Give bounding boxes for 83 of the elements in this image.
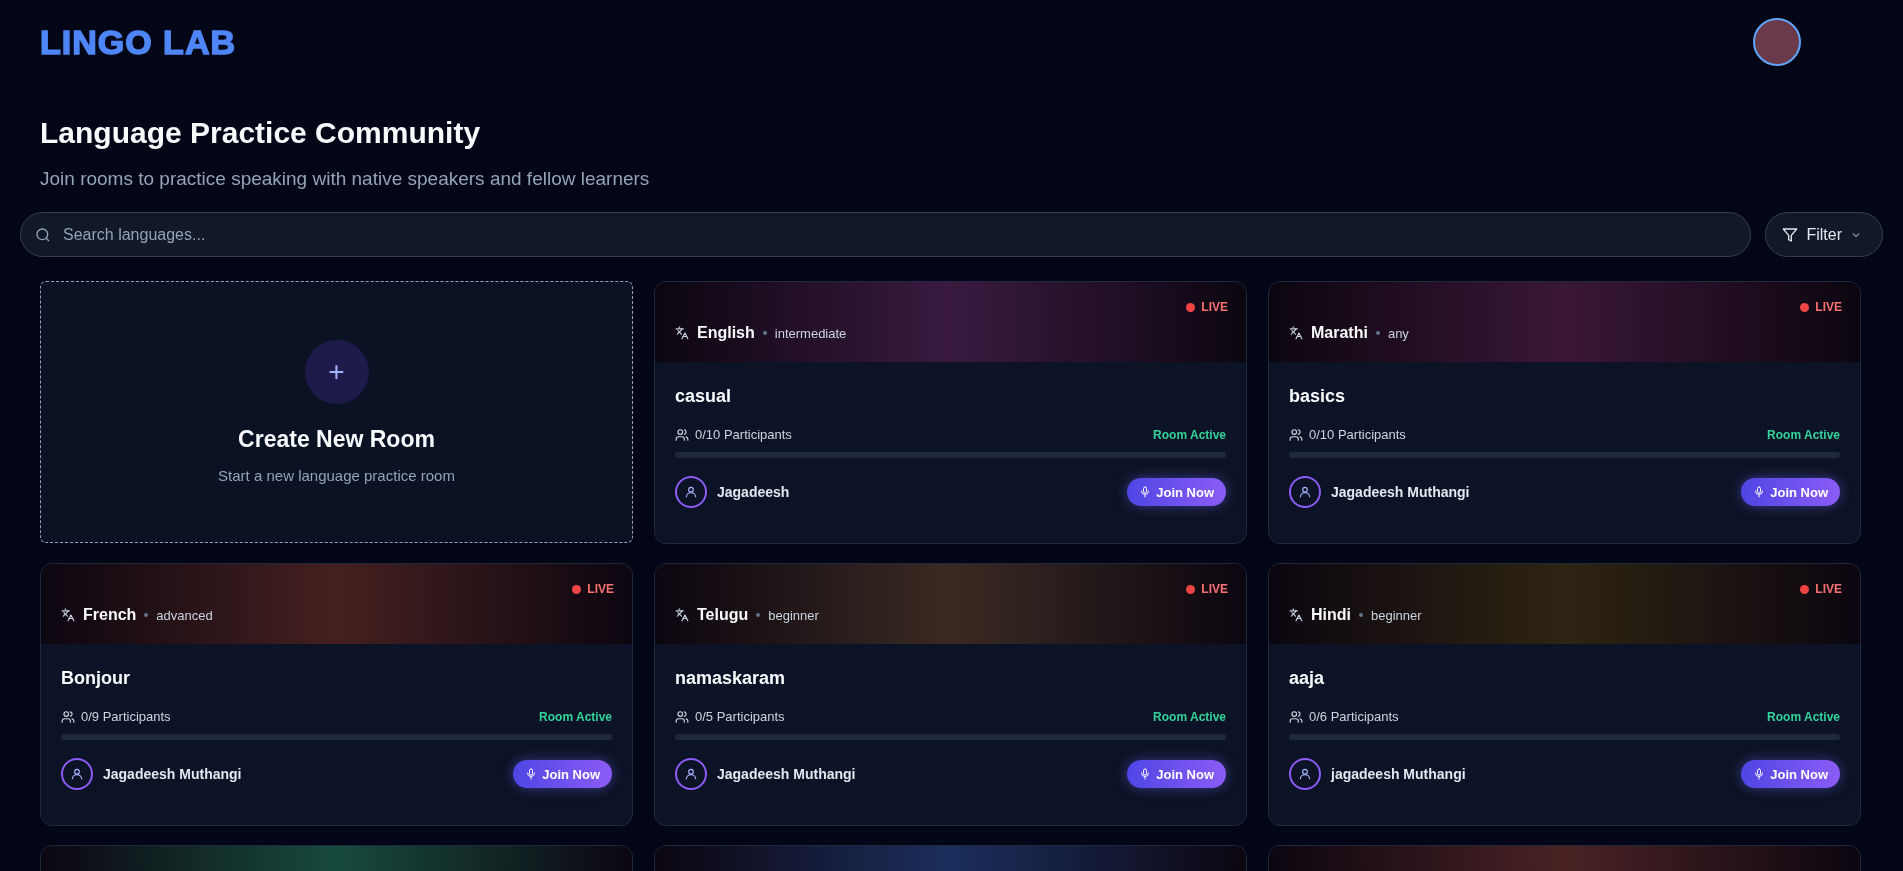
join-button[interactable]: Join Now xyxy=(1127,478,1226,506)
users-icon xyxy=(675,709,689,724)
room-title: basics xyxy=(1289,386,1347,407)
join-button[interactable]: Join Now xyxy=(1127,760,1226,788)
host-avatar xyxy=(675,758,707,790)
room-title: casual xyxy=(675,386,733,407)
host-name: Jagadeesh Muthangi xyxy=(1331,484,1470,500)
host-name: Jagadeesh Muthangi xyxy=(103,766,242,782)
room-card[interactable]: LIVE French advanced Bonjour 0/9 Participants Room Active Jagadeesh Muthangi Join Now xyxy=(40,563,633,826)
logo[interactable]: LINGO LAB xyxy=(40,22,236,62)
room-status: Room Active xyxy=(539,709,612,724)
language-name: Telugu xyxy=(697,606,749,624)
search-icon xyxy=(35,226,51,243)
live-label: LIVE xyxy=(1201,300,1228,314)
room-card[interactable]: LIVE Marathi any basics 0/10 Participants Room Active Jagadeesh Muthangi Join Now xyxy=(1268,281,1861,544)
join-button[interactable]: Join Now xyxy=(1741,760,1840,788)
room-status: Room Active xyxy=(1153,427,1226,442)
room-status: Room Active xyxy=(1767,709,1840,724)
microphone-icon xyxy=(525,767,538,781)
microphone-icon xyxy=(1139,485,1152,499)
translate-icon xyxy=(61,608,75,622)
search-field[interactable]: Search languages... xyxy=(20,212,1752,257)
room-status: Room Active xyxy=(1767,427,1840,442)
users-icon xyxy=(675,427,689,442)
room-card[interactable]: LIVE Telugu beginner namaskaram 0/5 Participants Room Active Jagadeesh Muthangi Join Now xyxy=(654,563,1247,826)
users-icon xyxy=(61,709,75,724)
users-icon xyxy=(1289,427,1303,442)
live-dot xyxy=(1800,302,1810,312)
host-name: Jagadeesh xyxy=(717,484,790,500)
language-name: French xyxy=(83,606,137,624)
translate-icon xyxy=(675,326,689,340)
live-dot xyxy=(572,584,582,594)
room-card[interactable]: LIVE Hindi beginner aaja 0/6 Participants Room Active jagadeesh Muthangi Join Now xyxy=(1268,563,1861,826)
room-card[interactable]: LIVE English intermediate casual 0/10 Participants Room Active Jagadeesh Join Now xyxy=(654,281,1247,544)
host-name: Jagadeesh Muthangi xyxy=(717,766,856,782)
room-title: aaja xyxy=(1289,668,1326,689)
host-name: jagadeesh Muthangi xyxy=(1331,766,1466,782)
level-label: beginner xyxy=(768,607,819,623)
live-label: LIVE xyxy=(1201,582,1228,596)
host-avatar xyxy=(1289,758,1321,790)
search-input[interactable]: Search languages... xyxy=(61,224,1737,245)
join-button[interactable]: Join Now xyxy=(513,760,612,788)
level-label: advanced xyxy=(156,607,213,623)
filter-icon xyxy=(1782,226,1799,243)
host-avatar xyxy=(1289,476,1321,508)
create-room-title: Create New Room xyxy=(238,426,435,453)
participant-count: 0/10 Participants xyxy=(1309,427,1406,442)
live-label: LIVE xyxy=(1815,582,1842,596)
live-dot xyxy=(1186,584,1196,594)
participant-count: 0/10 Participants xyxy=(695,427,792,442)
translate-icon xyxy=(1289,608,1303,622)
level-label: beginner xyxy=(1371,607,1422,623)
translate-icon xyxy=(1289,326,1303,340)
room-title: Bonjour xyxy=(61,668,131,689)
user-avatar[interactable] xyxy=(1753,18,1801,66)
room-title: namaskaram xyxy=(675,668,787,689)
language-name: Hindi xyxy=(1311,606,1351,624)
microphone-icon xyxy=(1753,767,1766,781)
plus-icon: + xyxy=(304,340,369,404)
translate-icon xyxy=(675,608,689,622)
host-avatar xyxy=(61,758,93,790)
microphone-icon xyxy=(1139,767,1152,781)
live-label: LIVE xyxy=(1815,300,1842,314)
page-title: Language Practice Community xyxy=(40,116,482,150)
level-label: intermediate xyxy=(774,325,847,341)
participant-count: 0/5 Participants xyxy=(695,709,785,724)
host-avatar xyxy=(675,476,707,508)
create-room-card[interactable]: + Create New Room Start a new language practice room xyxy=(40,281,633,543)
users-icon xyxy=(1289,709,1303,724)
filter-button[interactable]: Filter xyxy=(1765,212,1883,257)
create-room-subtitle: Start a new language practice room xyxy=(218,467,455,484)
live-dot xyxy=(1186,302,1196,312)
join-button[interactable]: Join Now xyxy=(1741,478,1840,506)
microphone-icon xyxy=(1753,485,1766,499)
live-label: LIVE xyxy=(587,582,614,596)
language-name: Marathi xyxy=(1311,324,1368,342)
participant-count: 0/9 Participants xyxy=(81,709,171,724)
room-status: Room Active xyxy=(1153,709,1226,724)
language-name: English xyxy=(697,324,755,342)
level-label: any xyxy=(1387,325,1409,341)
participant-count: 0/6 Participants xyxy=(1309,709,1399,724)
page-subtitle: Join rooms to practice speaking with native speakers and fellow learners xyxy=(40,168,651,190)
live-dot xyxy=(1800,584,1810,594)
